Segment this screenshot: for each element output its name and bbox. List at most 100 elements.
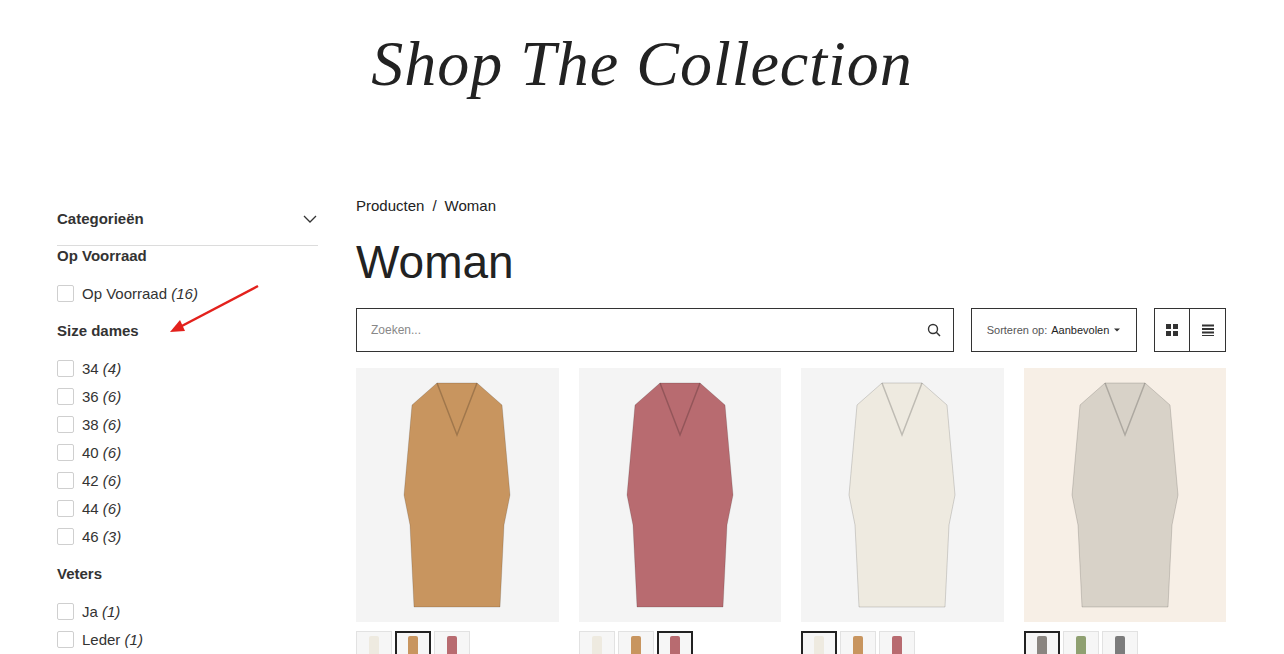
filter-checkbox[interactable] xyxy=(57,388,74,405)
filter-checkbox[interactable] xyxy=(57,285,74,302)
sort-dropdown[interactable]: Sorteren op:Aanbevolen xyxy=(971,308,1137,352)
filter-options: 34 (4) 36 (6) 38 (6) 40 (6) 42 (6) 44 (6) 46 (… xyxy=(57,354,318,550)
product-photo[interactable] xyxy=(801,368,1004,622)
filter-group: Op Voorraad Op Voorraad (16) xyxy=(57,246,318,307)
product-card[interactable] xyxy=(579,368,782,654)
filter-checkbox[interactable] xyxy=(57,472,74,489)
swatch-color xyxy=(447,636,457,654)
option-label: 36 xyxy=(82,388,99,405)
filter-checkbox[interactable] xyxy=(57,500,74,517)
filter-checkbox[interactable] xyxy=(57,360,74,377)
product-photo[interactable] xyxy=(579,368,782,622)
filter-option[interactable]: 34 (4) xyxy=(57,354,318,382)
color-swatch[interactable] xyxy=(434,631,470,654)
filter-group: VetersJa (1)Leder (1) xyxy=(57,564,318,653)
option-label: Leder xyxy=(82,631,120,648)
swatch-color xyxy=(892,636,902,654)
filter-checkbox[interactable] xyxy=(57,444,74,461)
filter-options: Ja (1)Leder (1) xyxy=(57,597,318,653)
option-text: 44 (6) xyxy=(82,500,121,517)
product-photo[interactable] xyxy=(1024,368,1227,622)
filter-option[interactable]: 44 (6) xyxy=(57,494,318,522)
toolbar: Sorteren op:Aanbevolen xyxy=(356,308,1226,352)
option-text: Ja (1) xyxy=(82,603,120,620)
breadcrumb-separator: / xyxy=(432,196,436,216)
categories-label[interactable]: Categorieën xyxy=(57,208,144,230)
color-swatches xyxy=(1024,631,1227,654)
option-count: (1) xyxy=(102,603,120,620)
color-swatch[interactable] xyxy=(1102,631,1138,654)
view-list-button[interactable] xyxy=(1190,308,1226,352)
filter-option[interactable]: 46 (3) xyxy=(57,522,318,550)
swatch-color xyxy=(1115,636,1125,654)
filter-group-title: Op Voorraad xyxy=(57,246,318,266)
swatch-color xyxy=(1076,636,1086,654)
swatch-color xyxy=(814,636,824,654)
page-title: Woman xyxy=(356,234,1226,290)
product-card[interactable] xyxy=(1024,368,1227,654)
filter-option[interactable]: 38 (6) xyxy=(57,410,318,438)
swatch-color xyxy=(853,636,863,654)
option-text: 36 (6) xyxy=(82,388,121,405)
color-swatch[interactable] xyxy=(1063,631,1099,654)
site-logo[interactable]: Shop The Collection xyxy=(371,24,913,104)
color-swatch[interactable] xyxy=(801,631,837,654)
breadcrumb-item: Woman xyxy=(445,196,496,216)
option-text: 40 (6) xyxy=(82,444,121,461)
filter-option[interactable]: Op Voorraad (16) xyxy=(57,279,318,307)
option-label: 40 xyxy=(82,444,99,461)
breadcrumb: Producten / Woman xyxy=(356,196,1226,216)
option-text: 46 (3) xyxy=(82,528,121,545)
option-label: Ja xyxy=(82,603,98,620)
breadcrumb-item[interactable]: Producten xyxy=(356,196,424,216)
color-swatch[interactable] xyxy=(1024,631,1060,654)
filter-checkbox[interactable] xyxy=(57,528,74,545)
filter-option[interactable]: 42 (6) xyxy=(57,466,318,494)
search-box[interactable] xyxy=(356,308,954,352)
option-count: (16) xyxy=(171,285,198,302)
color-swatch[interactable] xyxy=(356,631,392,654)
annotation-arrow-icon xyxy=(160,278,270,340)
option-count: (4) xyxy=(103,360,121,377)
product-grid xyxy=(356,368,1226,654)
option-count: (1) xyxy=(125,631,143,648)
filter-option[interactable]: 36 (6) xyxy=(57,382,318,410)
search-input[interactable] xyxy=(369,322,927,338)
filter-group: Size dames34 (4)36 (6)38 (6)40 (6)42 (6)… xyxy=(57,321,318,550)
color-swatches xyxy=(801,631,1004,654)
filter-checkbox[interactable] xyxy=(57,603,74,620)
option-label: 44 xyxy=(82,500,99,517)
color-swatch[interactable] xyxy=(618,631,654,654)
swatch-color xyxy=(631,636,641,654)
filter-sidebar: CategorieënOp VoorraadOp Voorraad (16)Si… xyxy=(57,196,318,654)
swatch-color xyxy=(670,636,680,654)
option-text: 42 (6) xyxy=(82,472,121,489)
option-text: Leder (1) xyxy=(82,631,143,648)
color-swatch[interactable] xyxy=(395,631,431,654)
color-swatch[interactable] xyxy=(879,631,915,654)
filter-options: Op Voorraad (16) xyxy=(57,279,318,307)
color-swatch[interactable] xyxy=(579,631,615,654)
product-card[interactable] xyxy=(356,368,559,654)
color-swatch[interactable] xyxy=(840,631,876,654)
filter-option[interactable]: Ja (1) xyxy=(57,597,318,625)
caret-icon xyxy=(1113,327,1121,333)
grid-icon xyxy=(1166,324,1178,336)
filter-option[interactable]: Leder (1) xyxy=(57,625,318,653)
filter-option[interactable]: 40 (6) xyxy=(57,438,318,466)
filter-checkbox[interactable] xyxy=(57,416,74,433)
view-toggle xyxy=(1154,308,1226,352)
categories-toggle[interactable]: Categorieën xyxy=(57,208,318,246)
product-card[interactable] xyxy=(801,368,1004,654)
option-count: (6) xyxy=(103,388,121,405)
coat-shape xyxy=(392,375,522,615)
filter-checkbox[interactable] xyxy=(57,631,74,648)
list-icon xyxy=(1202,324,1214,336)
filter-group-title: Veters xyxy=(57,564,318,584)
view-grid-button[interactable] xyxy=(1154,308,1190,352)
swatch-color xyxy=(1037,636,1047,654)
option-text: 34 (4) xyxy=(82,360,121,377)
option-count: (6) xyxy=(103,500,121,517)
color-swatch[interactable] xyxy=(657,631,693,654)
product-photo[interactable] xyxy=(356,368,559,622)
